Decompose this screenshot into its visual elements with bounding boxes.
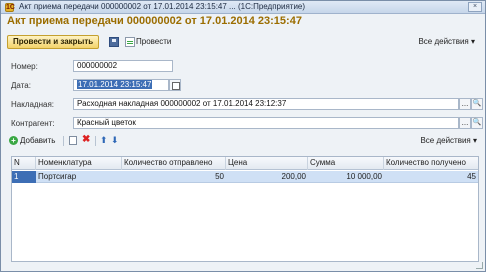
invoice-value: Расходная накладная 000000002 от 17.01.2… (77, 99, 287, 108)
table-row[interactable]: 1 Портсигар 50 200,00 10 000,00 45 (12, 171, 478, 183)
form-toolbar: Провести и закрыть Провести Все действия… (7, 34, 481, 50)
page-title: Акт приема передачи 000000002 от 17.01.2… (7, 15, 302, 27)
number-field[interactable]: 000000002 (73, 60, 173, 72)
post-button[interactable]: Провести (136, 37, 171, 46)
date-value: 17.01.2014 23:15:47 (77, 80, 153, 89)
counterparty-value: Красный цветок (77, 118, 136, 127)
date-label: Дата: (11, 81, 31, 90)
move-down-icon[interactable]: ⬇ (111, 135, 119, 146)
table-header: N Номенклатура Количество отправлено Цен… (12, 157, 478, 170)
resize-grip[interactable] (476, 262, 483, 269)
column-header-qty-sent[interactable]: Количество отправлено (122, 157, 226, 170)
cell-sum: 10 000,00 (346, 172, 382, 181)
close-window-button[interactable]: × (468, 2, 482, 12)
column-header-price[interactable]: Цена (226, 157, 308, 170)
title-bar: 1С Акт приема передачи 000000002 от 17.0… (1, 1, 485, 14)
cell-qty-sent: 50 (215, 172, 224, 181)
column-header-sum[interactable]: Сумма (308, 157, 384, 170)
invoice-label: Накладная: (11, 100, 55, 109)
window-title-app: (1С:Предприятие) (237, 2, 306, 11)
table-toolbar: + Добавить ✖ ⬆ ⬇ Все действия ▾ (7, 134, 481, 148)
toolbar-divider (95, 136, 96, 146)
add-icon[interactable]: + (9, 136, 18, 145)
column-header-n[interactable]: N (12, 157, 36, 170)
table-all-actions-menu[interactable]: Все действия ▾ (420, 136, 477, 145)
invoice-open-icon[interactable]: 🔍 (471, 98, 483, 110)
column-header-qty-received[interactable]: Количество получено (384, 157, 478, 170)
post-document-icon[interactable] (125, 37, 135, 47)
post-and-close-button[interactable]: Провести и закрыть (7, 35, 100, 49)
cell-item: Портсигар (38, 172, 77, 181)
counterparty-field[interactable]: Красный цветок (73, 117, 459, 129)
delete-row-icon[interactable]: ✖ (82, 134, 90, 145)
cell-qty-received: 45 (467, 172, 476, 181)
number-label: Номер: (11, 62, 38, 71)
counterparty-label: Контрагент: (11, 119, 55, 128)
calendar-icon[interactable] (169, 79, 181, 91)
cell-price: 200,00 (281, 172, 306, 181)
move-up-icon[interactable]: ⬆ (100, 135, 108, 146)
save-icon[interactable] (109, 37, 119, 47)
goods-table[interactable]: N Номенклатура Количество отправлено Цен… (11, 156, 479, 262)
date-field[interactable]: 17.01.2014 23:15:47 (73, 79, 169, 91)
window-title: Акт приема передачи 000000002 от 17.01.2… (19, 2, 305, 11)
invoice-field[interactable]: Расходная накладная 000000002 от 17.01.2… (73, 98, 459, 110)
toolbar-divider (63, 136, 64, 146)
document-window: 1С Акт приема передачи 000000002 от 17.0… (0, 0, 486, 272)
add-row-button[interactable]: Добавить (20, 136, 55, 145)
window-title-doc: Акт приема передачи 000000002 от 17.01.2… (19, 2, 236, 11)
all-actions-menu[interactable]: Все действия ▾ (418, 37, 475, 46)
1c-app-icon: 1С (5, 3, 15, 12)
counterparty-select-button[interactable]: ... (459, 117, 471, 129)
invoice-select-button[interactable]: ... (459, 98, 471, 110)
counterparty-open-icon[interactable]: 🔍 (471, 117, 483, 129)
column-header-item[interactable]: Номенклатура (36, 157, 122, 170)
copy-row-icon[interactable] (69, 136, 77, 145)
cell-n: 1 (12, 171, 36, 183)
number-value: 000000002 (77, 61, 118, 70)
